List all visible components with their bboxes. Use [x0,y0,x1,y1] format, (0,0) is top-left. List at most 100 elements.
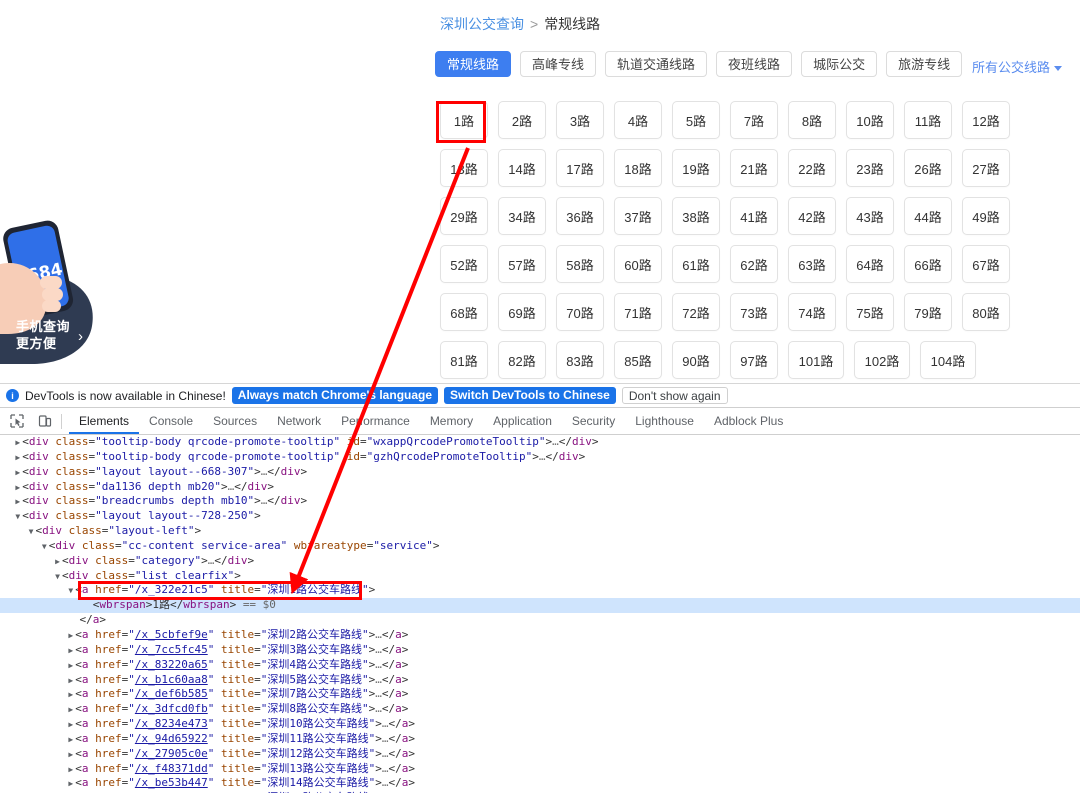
category-tab-changgui[interactable]: 常规线路 [435,51,512,77]
dom-tree-line[interactable]: <a href="/x_5cbfef9e" title="深圳2路公交车路线">… [0,628,1080,643]
dom-tree-line[interactable]: <a href="/x_f48371dd" title="深圳13路公交车路线"… [0,762,1080,777]
dom-tree-line[interactable]: <a href="/x_b1c60aa8" title="深圳5路公交车路线">… [0,673,1080,688]
dom-tree-line[interactable]: <div class="da1136 depth mb20">…</div> [0,480,1080,495]
route-button[interactable]: 58路 [556,245,604,283]
dom-tree-line[interactable]: <div class="category">…</div> [0,554,1080,569]
tree-toggle-icon[interactable] [66,629,75,644]
all-routes-dropdown[interactable]: 所有公交线路 [972,57,1062,76]
tab-sources[interactable]: Sources [203,408,267,434]
dom-tree-line[interactable]: <div class="tooltip-body qrcode-promote-… [0,435,1080,450]
tab-memory[interactable]: Memory [420,408,483,434]
tab-lighthouse[interactable]: Lighthouse [625,408,704,434]
tree-toggle-icon[interactable] [53,555,62,570]
route-button[interactable]: 14路 [498,149,546,187]
tree-toggle-icon[interactable] [66,733,75,748]
tree-toggle-icon[interactable] [66,659,75,674]
tree-toggle-icon[interactable] [66,584,75,599]
route-button[interactable]: 90路 [672,341,720,379]
route-button[interactable]: 67路 [962,245,1010,283]
tab-security[interactable]: Security [562,408,625,434]
route-button[interactable]: 42路 [788,197,836,235]
dom-tree-line[interactable]: <div class="layout layout--668-307">…</d… [0,465,1080,480]
tree-toggle-icon[interactable] [13,495,22,510]
tree-toggle-icon[interactable] [13,451,22,466]
route-button[interactable]: 49路 [962,197,1010,235]
route-button[interactable]: 70路 [556,293,604,331]
route-button[interactable]: 81路 [440,341,488,379]
route-button[interactable]: 12路 [962,101,1010,139]
dom-tree-line[interactable]: <div class="layout-left"> [0,524,1080,539]
route-button[interactable]: 23路 [846,149,894,187]
tree-toggle-icon[interactable] [13,481,22,496]
dom-tree-line[interactable]: <wbrspan>1路</wbrspan> == $0 [0,598,1080,614]
route-button[interactable]: 74路 [788,293,836,331]
route-button[interactable]: 72路 [672,293,720,331]
always-match-language-button[interactable]: Always match Chrome's language [231,387,439,404]
elements-dom-tree[interactable]: <div class="tooltip-body qrcode-promote-… [0,435,1080,793]
category-tab-chengji[interactable]: 城际公交 [801,51,878,77]
route-button[interactable]: 36路 [556,197,604,235]
dom-tree-line[interactable]: <a href="/x_8234e473" title="深圳10路公交车路线"… [0,717,1080,732]
dom-tree-line[interactable]: <div class="cc-content service-area" wbf… [0,539,1080,554]
dom-tree-line[interactable]: <div class="layout layout--728-250"> [0,509,1080,524]
route-button[interactable]: 66路 [904,245,952,283]
tree-toggle-icon[interactable] [13,510,22,525]
tree-toggle-icon[interactable] [13,466,22,481]
route-button[interactable]: 52路 [440,245,488,283]
breadcrumb-root-link[interactable]: 深圳公交查询 [440,16,524,32]
route-button[interactable]: 21路 [730,149,778,187]
route-button[interactable]: 17路 [556,149,604,187]
tree-toggle-icon[interactable] [66,703,75,718]
tree-toggle-icon[interactable] [66,763,75,778]
route-button[interactable]: 75路 [846,293,894,331]
tree-toggle-icon[interactable] [40,540,49,555]
dom-tree-line[interactable]: </a> [0,613,1080,628]
route-button[interactable]: 43路 [846,197,894,235]
route-button[interactable]: 104路 [920,341,976,379]
route-button[interactable]: 69路 [498,293,546,331]
route-button[interactable]: 38路 [672,197,720,235]
route-button[interactable]: 19路 [672,149,720,187]
route-button[interactable]: 34路 [498,197,546,235]
tree-toggle-icon[interactable] [27,525,36,540]
tree-toggle-icon[interactable] [66,688,75,703]
dom-tree-line[interactable]: <div class="breadcrumbs depth mb10">…</d… [0,494,1080,509]
inspect-element-icon[interactable] [6,411,28,431]
dont-show-again-button[interactable]: Don't show again [621,387,728,404]
route-button[interactable]: 63路 [788,245,836,283]
route-button[interactable]: 73路 [730,293,778,331]
route-button[interactable]: 44路 [904,197,952,235]
route-button[interactable]: 71路 [614,293,662,331]
switch-to-chinese-button[interactable]: Switch DevTools to Chinese [444,387,616,404]
dom-tree-line[interactable]: <a href="/x_def6b585" title="深圳7路公交车路线">… [0,687,1080,702]
route-button[interactable]: 26路 [904,149,952,187]
dom-tree-line[interactable]: <a href="/x_be53b447" title="深圳14路公交车路线"… [0,776,1080,791]
tab-elements[interactable]: Elements [69,408,140,434]
route-button[interactable]: 22路 [788,149,836,187]
route-button[interactable]: 4路 [614,101,662,139]
dom-tree-line[interactable]: <a href="/x_3dfcd0fb" title="深圳8路公交车路线">… [0,702,1080,717]
category-tab-gaofeng[interactable]: 高峰专线 [520,51,597,77]
dom-tree-line[interactable]: <a href="/x_27905c0e" title="深圳12路公交车路线"… [0,747,1080,762]
dom-tree-line[interactable]: <a href="/x_83220a65" title="深圳4路公交车路线">… [0,658,1080,673]
route-button[interactable]: 60路 [614,245,662,283]
dom-tree-line[interactable]: <a href="/x_94d65922" title="深圳11路公交车路线"… [0,732,1080,747]
tree-toggle-icon[interactable] [66,644,75,659]
tab-network[interactable]: Network [267,408,331,434]
route-button[interactable]: 61路 [672,245,720,283]
route-button[interactable]: 79路 [904,293,952,331]
tree-toggle-icon[interactable] [66,748,75,763]
mobile-promo-banner[interactable]: 8684 手机查询 更方便 › [0,218,104,378]
tree-toggle-icon[interactable] [13,436,22,451]
tree-toggle-icon[interactable] [66,718,75,733]
route-button[interactable]: 97路 [730,341,778,379]
category-tab-guidao[interactable]: 轨道交通线路 [605,51,708,77]
route-button[interactable]: 68路 [440,293,488,331]
route-button[interactable]: 2路 [498,101,546,139]
route-button[interactable]: 18路 [614,149,662,187]
route-button[interactable]: 41路 [730,197,778,235]
route-button[interactable]: 5路 [672,101,720,139]
route-button[interactable]: 29路 [440,197,488,235]
tree-toggle-icon[interactable] [66,777,75,792]
tab-adblock-plus[interactable]: Adblock Plus [704,408,793,434]
